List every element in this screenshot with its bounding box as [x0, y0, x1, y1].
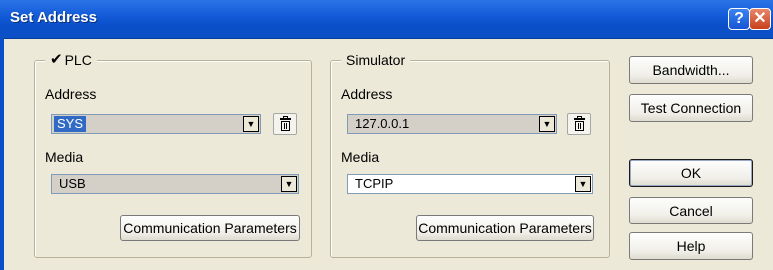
ok-button[interactable]: OK [629, 159, 753, 187]
plc-media-label: Media [45, 149, 84, 165]
cancel-button[interactable]: Cancel [629, 197, 753, 224]
bandwidth-button[interactable]: Bandwidth... [629, 56, 753, 84]
plc-media-combo[interactable]: USB ▼ [51, 174, 299, 194]
plc-delete-address-button[interactable] [273, 113, 297, 135]
chevron-down-icon[interactable]: ▼ [575, 176, 591, 192]
close-button[interactable]: ✕ [749, 8, 771, 30]
plc-legend: ✔ PLC [45, 52, 97, 68]
simulator-media-combo[interactable]: TCPIP ▼ [347, 174, 593, 194]
plc-address-combo[interactable]: SYS ▼ [51, 114, 261, 134]
simulator-communication-parameters-button[interactable]: Communication Parameters [416, 215, 594, 241]
plc-address-label: Address [45, 86, 97, 102]
plc-address-value: SYS [54, 116, 87, 132]
close-icon: ✕ [753, 10, 767, 27]
question-icon: ? [734, 10, 744, 27]
checkmark-icon: ✔ [50, 51, 63, 68]
chevron-down-icon[interactable]: ▼ [539, 116, 555, 132]
title-bar: Set Address ? ✕ [0, 0, 773, 39]
simulator-address-combo[interactable]: 127.0.0.1 ▼ [347, 114, 557, 134]
simulator-address-value: 127.0.0.1 [355, 116, 410, 131]
dialog-title: Set Address [10, 9, 97, 26]
simulator-delete-address-button[interactable] [567, 113, 591, 135]
set-address-dialog: Set Address ? ✕ ✔ PLC Address SYS ▼ Medi… [0, 0, 773, 270]
trash-icon [280, 116, 291, 131]
chevron-down-icon[interactable]: ▼ [281, 176, 297, 192]
help-title-button[interactable]: ? [728, 8, 750, 30]
simulator-media-label: Media [341, 149, 380, 165]
plc-communication-parameters-button[interactable]: Communication Parameters [120, 215, 300, 241]
test-connection-button[interactable]: Test Connection [629, 94, 753, 122]
simulator-media-value: TCPIP [355, 176, 394, 191]
simulator-legend-label: Simulator [346, 52, 406, 68]
simulator-address-label: Address [341, 86, 393, 102]
trash-icon [574, 116, 585, 131]
plc-legend-label: PLC [64, 52, 92, 68]
window-border [0, 38, 4, 270]
chevron-down-icon[interactable]: ▼ [243, 116, 259, 132]
help-button[interactable]: Help [629, 232, 753, 260]
simulator-legend: Simulator [341, 52, 411, 68]
plc-media-value: USB [59, 176, 86, 191]
